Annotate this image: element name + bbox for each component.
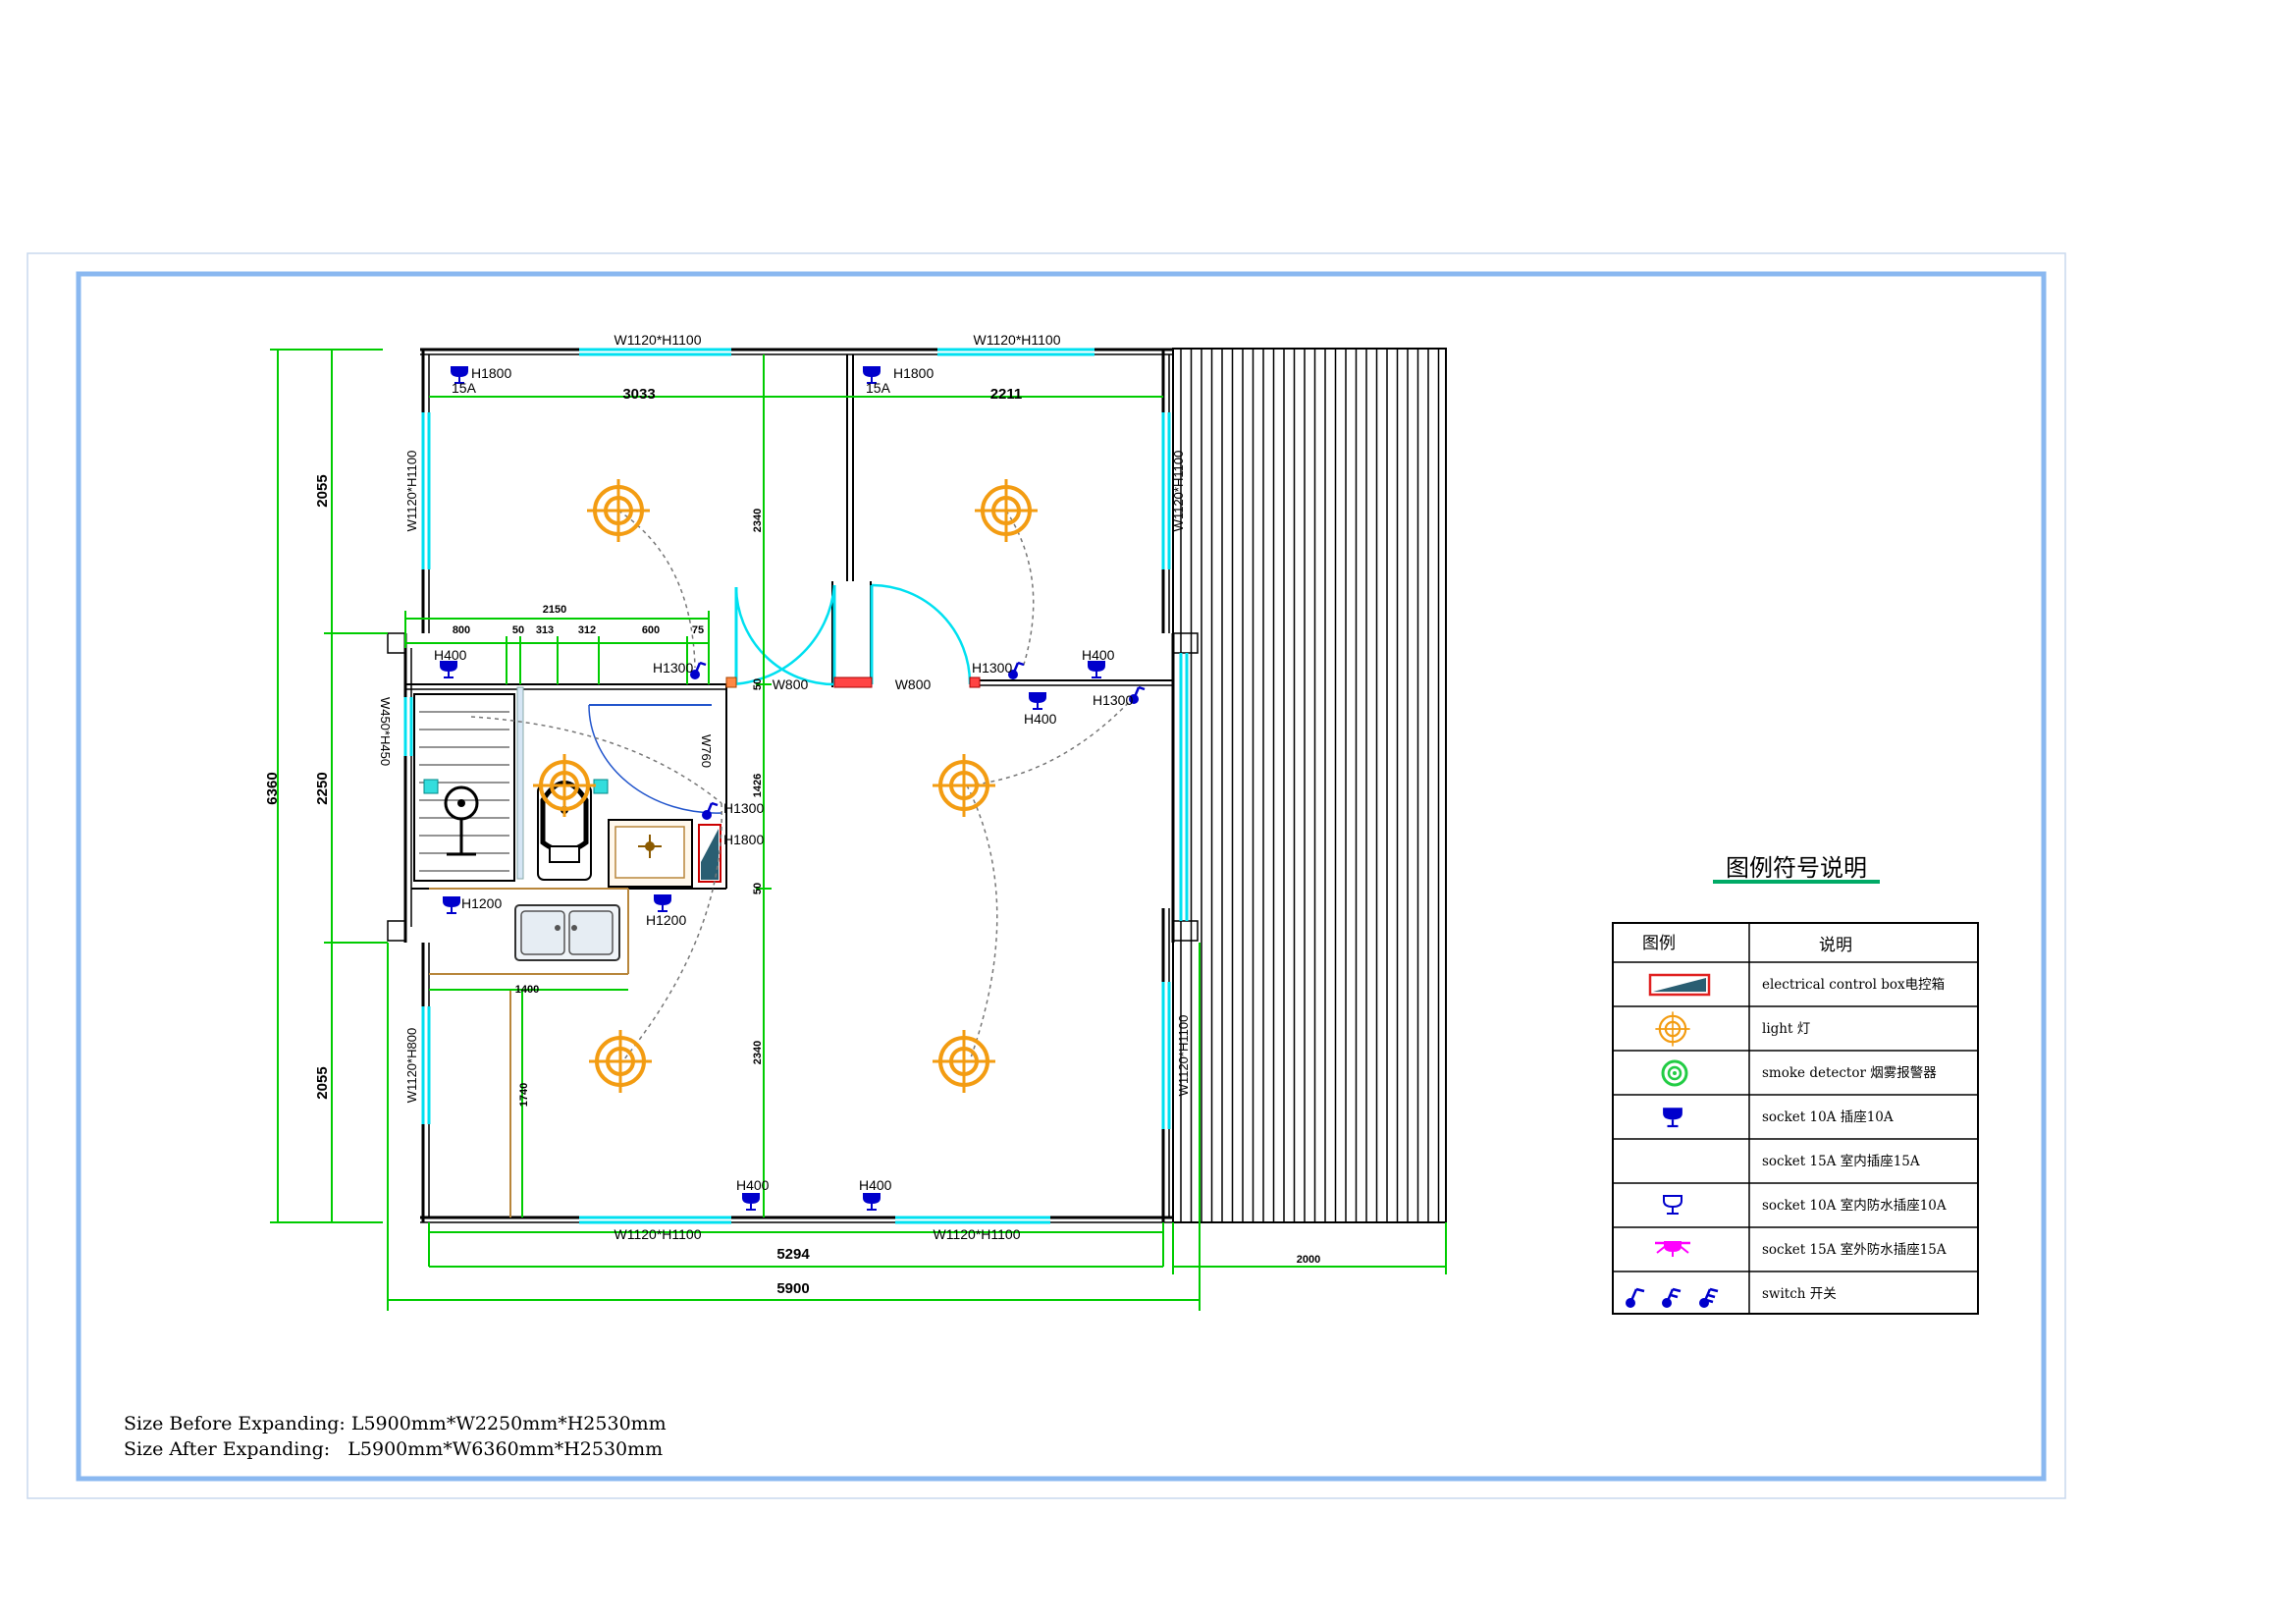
window-label: W1120*H1100 bbox=[1171, 451, 1186, 532]
switch-icon bbox=[700, 801, 720, 822]
window-label: W1120*H800 bbox=[404, 1028, 419, 1103]
height-label: H1800 bbox=[471, 365, 511, 381]
light-icon bbox=[931, 752, 997, 819]
legend-row-desc: switch 开关 bbox=[1762, 1286, 1837, 1302]
light-icon bbox=[1654, 1010, 1691, 1048]
height-label: H400 bbox=[859, 1177, 892, 1193]
height-label: H400 bbox=[1082, 647, 1115, 663]
dim-left-top: 2055 bbox=[314, 474, 331, 507]
door-label: W800 bbox=[895, 676, 932, 692]
dim-room2-width: 2211 bbox=[990, 386, 1023, 403]
dim-kitchen-depth: 1740 bbox=[518, 1083, 530, 1107]
window-label: W1120*H1100 bbox=[974, 332, 1061, 348]
socket-10a-icon bbox=[442, 895, 461, 914]
socket-10a-icon bbox=[439, 660, 458, 678]
height-label: H1800 bbox=[893, 365, 934, 381]
door-label: W800 bbox=[773, 676, 809, 692]
legend-row-desc: socket 10A 插座10A bbox=[1762, 1109, 1894, 1125]
legend-row-desc: socket 15A 室内插座15A bbox=[1762, 1153, 1920, 1169]
switch-icon bbox=[1626, 1287, 1719, 1308]
height-label: H400 bbox=[736, 1177, 770, 1193]
door-labels: W800 W800 W760 bbox=[699, 676, 931, 768]
legend-col-desc: 说明 bbox=[1819, 936, 1852, 955]
socket-10a-icon bbox=[1028, 691, 1047, 710]
electrical-control-box-icon bbox=[1648, 973, 1711, 997]
window-label: W450*H450 bbox=[378, 697, 393, 766]
legend-row-desc: smoke detector 烟雾报警器 bbox=[1762, 1065, 1937, 1081]
socket-10a-waterproof-icon bbox=[1663, 1195, 1682, 1215]
dim-bath-total: 2150 bbox=[543, 604, 566, 616]
height-label: 15A bbox=[452, 380, 477, 396]
socket-10a-icon bbox=[1087, 660, 1106, 678]
height-label: H400 bbox=[1024, 711, 1057, 727]
legend-col-symbol: 图例 bbox=[1642, 934, 1676, 953]
dim-deck-width: 2000 bbox=[1297, 1254, 1320, 1266]
dim-2340-top: 2340 bbox=[752, 509, 764, 532]
height-label: H1200 bbox=[461, 895, 502, 911]
socket-10a-icon bbox=[862, 1192, 881, 1211]
dim-total-length: 5900 bbox=[776, 1280, 809, 1297]
socket-10a-icon bbox=[1661, 1107, 1684, 1128]
legend-row-desc: socket 15A 室外防水插座15A bbox=[1762, 1241, 1947, 1258]
height-label: 15A bbox=[866, 380, 891, 396]
height-labels: H1800 15A H1800 15A H400 H1300 H1300 H40… bbox=[434, 365, 1133, 1193]
light-icon bbox=[931, 1028, 997, 1095]
window-label: W1120*H1100 bbox=[934, 1226, 1021, 1242]
dim-left-mid: 2250 bbox=[314, 772, 331, 804]
light-icon bbox=[585, 477, 652, 544]
legend-row-desc: electrical control box电控箱 bbox=[1762, 977, 1945, 993]
height-label: H1300 bbox=[972, 660, 1012, 676]
legend-title: 图例符号说明 bbox=[1726, 854, 1867, 882]
height-label: H400 bbox=[434, 647, 467, 663]
legend-row-desc: socket 10A 室内防水插座10A bbox=[1762, 1197, 1947, 1214]
height-label: H1800 bbox=[723, 832, 764, 847]
dim-left-bottom: 2055 bbox=[314, 1066, 331, 1099]
height-label: H1300 bbox=[723, 800, 764, 816]
dim-50-bottom: 50 bbox=[752, 883, 764, 894]
window-label: W1120*H1100 bbox=[614, 1226, 702, 1242]
door-label: W760 bbox=[699, 734, 714, 768]
socket-10a-icon bbox=[653, 893, 672, 912]
height-label: H1200 bbox=[646, 912, 686, 928]
dim-kitchen-width: 1400 bbox=[515, 984, 539, 996]
dim-bath-seg: 75 bbox=[692, 624, 704, 636]
dim-2340-bottom: 2340 bbox=[752, 1041, 764, 1064]
dim-room1-width: 3033 bbox=[622, 386, 655, 403]
deck bbox=[1172, 348, 1447, 1223]
light-icon bbox=[973, 477, 1040, 544]
dim-50-top: 50 bbox=[752, 678, 764, 690]
socket-10a-icon bbox=[741, 1192, 761, 1211]
light-icon bbox=[587, 1028, 654, 1095]
floor-plan-drawing: 3033 2211 5294 5900 2000 6360 2055 2250 … bbox=[27, 252, 2066, 1499]
legend: 图例符号说明 图例 说明 electrical control box电控箱 l… bbox=[1612, 854, 1979, 1315]
window-label: W1120*H1100 bbox=[614, 332, 702, 348]
dim-1426: 1426 bbox=[752, 774, 764, 797]
height-label: H1300 bbox=[653, 660, 693, 676]
dim-inner-length: 5294 bbox=[776, 1246, 810, 1263]
size-after-note: Size After Expanding: L5900mm*W6360mm*H2… bbox=[124, 1438, 663, 1460]
window-label: W1120*H1100 bbox=[404, 451, 419, 532]
size-notes: Size Before Expanding: L5900mm*W2250mm*H… bbox=[124, 1413, 667, 1460]
legend-row-desc: light 灯 bbox=[1762, 1021, 1810, 1037]
dim-bath-seg: 313 bbox=[536, 624, 554, 636]
window-label: W1120*H1100 bbox=[1176, 1015, 1191, 1097]
light-fixtures bbox=[531, 477, 1040, 1095]
smoke-detector-icon bbox=[1661, 1059, 1688, 1087]
socket-15a-outdoor-icon bbox=[1655, 1241, 1690, 1257]
height-label: H1300 bbox=[1093, 692, 1133, 708]
dim-bath-seg: 800 bbox=[453, 624, 470, 636]
dim-bath-seg: 312 bbox=[578, 624, 596, 636]
dim-bath-seg: 600 bbox=[642, 624, 660, 636]
dim-total-width: 6360 bbox=[264, 772, 281, 804]
dim-bath-seg: 50 bbox=[512, 624, 524, 636]
size-before-note: Size Before Expanding: L5900mm*W2250mm*H… bbox=[124, 1413, 667, 1434]
